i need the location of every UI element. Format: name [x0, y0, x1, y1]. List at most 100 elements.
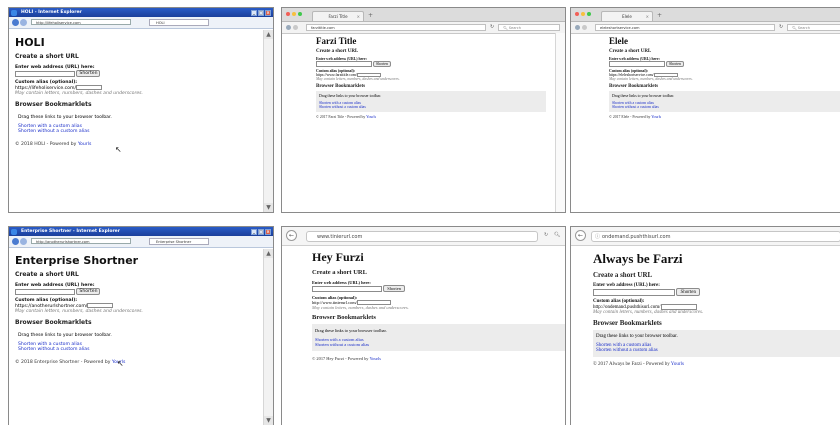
page-content: Farzi Title Create a short URL Enter web…: [282, 33, 556, 212]
tab-enterprise-shortner[interactable]: Enterprise Shortner: [149, 238, 209, 245]
tab-elele[interactable]: Elele ×: [601, 11, 653, 21]
minimize-window-icon[interactable]: [292, 12, 296, 16]
shorten-button[interactable]: Shorten: [676, 288, 701, 296]
shorten-button[interactable]: Shorten: [383, 285, 406, 292]
url-input[interactable]: [316, 61, 372, 67]
alias-hint: May contain letters, numbers, dashes and…: [15, 309, 144, 314]
footer-yourls-link[interactable]: Yourls: [369, 356, 381, 361]
footer-yourls-link[interactable]: Yourls: [671, 362, 684, 367]
footer: © 2017 Elele - Powered by Yourls: [609, 115, 840, 119]
back-icon[interactable]: [12, 19, 19, 26]
bookmarklet-no-alias-link[interactable]: Shorten without a custom alias: [315, 342, 562, 347]
page-title: Hey Furzi: [312, 250, 364, 264]
bookmarklet-no-alias-link[interactable]: Shorten without a custom alias: [596, 348, 837, 353]
close-window-icon[interactable]: [286, 12, 290, 16]
address-bar[interactable]: eleleshortservice.com: [595, 24, 775, 31]
url-input[interactable]: [15, 288, 75, 295]
footer: © 2017 Hey Furzi - Powered by Yourls: [312, 356, 565, 361]
close-icon[interactable]: ×: [265, 228, 271, 235]
bookmarklet-no-alias-link[interactable]: Shorten without a custom alias: [319, 105, 543, 109]
footer-yourls-link[interactable]: Yourls: [78, 142, 91, 147]
scrollbar[interactable]: [555, 33, 565, 212]
tab-holi[interactable]: HOLI: [149, 19, 209, 26]
page-content: Enterprise Shortner Create a short URL E…: [9, 249, 264, 425]
alias-input[interactable]: [660, 304, 697, 310]
search-icon[interactable]: 🔍︎: [554, 232, 560, 238]
bookmarklets-heading: Browser Bookmarklets: [593, 319, 662, 328]
tab-close-icon[interactable]: ×: [646, 12, 649, 22]
bookmarklet-no-alias-link[interactable]: Shorten without a custom alias: [18, 129, 255, 134]
minimize-icon[interactable]: _: [251, 228, 257, 235]
tab-farzi-title[interactable]: Farzi Title ×: [312, 11, 364, 21]
forward-icon[interactable]: [582, 25, 587, 30]
create-heading: Create a short URL: [15, 271, 79, 278]
bookmarklets-heading: Browser Bookmarklets: [316, 84, 366, 90]
back-icon[interactable]: [575, 25, 580, 30]
reload-icon[interactable]: ↻: [544, 232, 548, 238]
alias-hint: May contain letters, numbers, dashes and…: [593, 310, 704, 316]
maximize-icon[interactable]: □: [258, 228, 264, 235]
address-bar[interactable]: www.tinierurl.com: [306, 231, 538, 242]
window-title-bar: Enterprise Shortner - Internet Explorer …: [9, 227, 273, 236]
shorten-button[interactable]: Shorten: [76, 70, 101, 77]
drag-instructions: Drag these links to your browser toolbar…: [319, 94, 382, 99]
footer: © 2017 Always be Farzi - Powered by Your…: [593, 362, 840, 367]
address-bar[interactable]: http://anotherurlshortner.com: [31, 238, 131, 244]
browser-window-farzi-title: Farzi Title × + farzititle.com ↻ 🔍︎ Searc…: [281, 7, 566, 213]
new-tab-icon[interactable]: +: [368, 11, 373, 21]
zoom-window-icon[interactable]: [298, 12, 302, 16]
scrollbar[interactable]: ▲ ▼: [263, 30, 273, 212]
forward-icon[interactable]: [293, 25, 298, 30]
tab-strip: Farzi Title × +: [282, 8, 565, 22]
footer: © 2017 Farzi Title - Powered by Yourls: [316, 115, 556, 119]
shorten-button[interactable]: Shorten: [76, 288, 101, 295]
info-icon: ⓘ: [595, 234, 601, 240]
alias-hint: May contain letters, numbers, dashes and…: [312, 305, 409, 311]
zoom-window-icon[interactable]: [587, 12, 591, 16]
mouse-cursor-icon: ↖: [115, 145, 122, 154]
address-bar[interactable]: ⓘ ondemand.pushthisurl.com: [591, 231, 840, 242]
address-bar[interactable]: http://lifeholiservice.com: [31, 19, 131, 25]
new-tab-icon[interactable]: +: [657, 11, 662, 21]
back-icon[interactable]: [286, 25, 291, 30]
url-input[interactable]: [312, 285, 382, 292]
minimize-window-icon[interactable]: [581, 12, 585, 16]
back-icon[interactable]: ←: [286, 230, 297, 241]
ie-logo-icon: [11, 9, 17, 16]
drag-instructions: Drag these links to your browser toolbar…: [612, 94, 675, 99]
bookmarklet-no-alias-link[interactable]: Shorten without a custom alias: [18, 347, 255, 352]
footer-yourls-link[interactable]: Yourls: [651, 115, 661, 119]
address-bar[interactable]: farzititle.com: [306, 24, 486, 31]
footer-text: © 2018 Enterprise Shortner - Powered by: [15, 360, 112, 365]
url-input[interactable]: [609, 61, 665, 67]
drag-instructions: Drag these links to your browser toolbar…: [596, 334, 678, 340]
footer: © 2018 Enterprise Shortner - Powered by …: [15, 360, 258, 365]
maximize-icon[interactable]: □: [258, 9, 264, 16]
footer-text: © 2017 Farzi Title - Powered by: [316, 115, 367, 120]
tab-close-icon[interactable]: ×: [357, 12, 360, 22]
shorten-button[interactable]: Shorten: [372, 61, 391, 67]
close-window-icon[interactable]: [575, 12, 579, 16]
scrollbar[interactable]: ▲ ▼: [263, 249, 273, 425]
minimize-icon[interactable]: _: [251, 9, 257, 16]
window-title: HOLI - Internet Explorer: [21, 10, 82, 15]
close-icon[interactable]: ×: [265, 9, 271, 16]
footer-text: © 2017 Always be Farzi - Powered by: [593, 362, 671, 368]
forward-icon[interactable]: [20, 238, 27, 245]
shorten-button[interactable]: Shorten: [665, 61, 684, 67]
alias-input[interactable]: [87, 303, 114, 308]
browser-window-always-be-farzi: ← ⓘ ondemand.pushthisurl.com Always be Fa…: [570, 226, 840, 425]
search-box[interactable]: 🔍︎ Search: [498, 24, 560, 31]
url-input[interactable]: [593, 288, 675, 296]
reload-icon[interactable]: ↻: [490, 23, 494, 32]
footer-yourls-link[interactable]: Yourls: [366, 115, 376, 119]
footer-text: © 2017 Hey Furzi - Powered by: [312, 356, 370, 362]
forward-icon[interactable]: [20, 19, 27, 26]
search-box[interactable]: 🔍︎ Search: [787, 24, 840, 31]
bookmarklet-no-alias-link[interactable]: Shorten without a custom alias: [612, 105, 837, 109]
reload-icon[interactable]: ↻: [779, 23, 783, 32]
back-icon[interactable]: ←: [575, 230, 586, 241]
back-icon[interactable]: [12, 238, 19, 245]
alias-input[interactable]: [76, 85, 103, 90]
url-input[interactable]: [15, 70, 75, 77]
